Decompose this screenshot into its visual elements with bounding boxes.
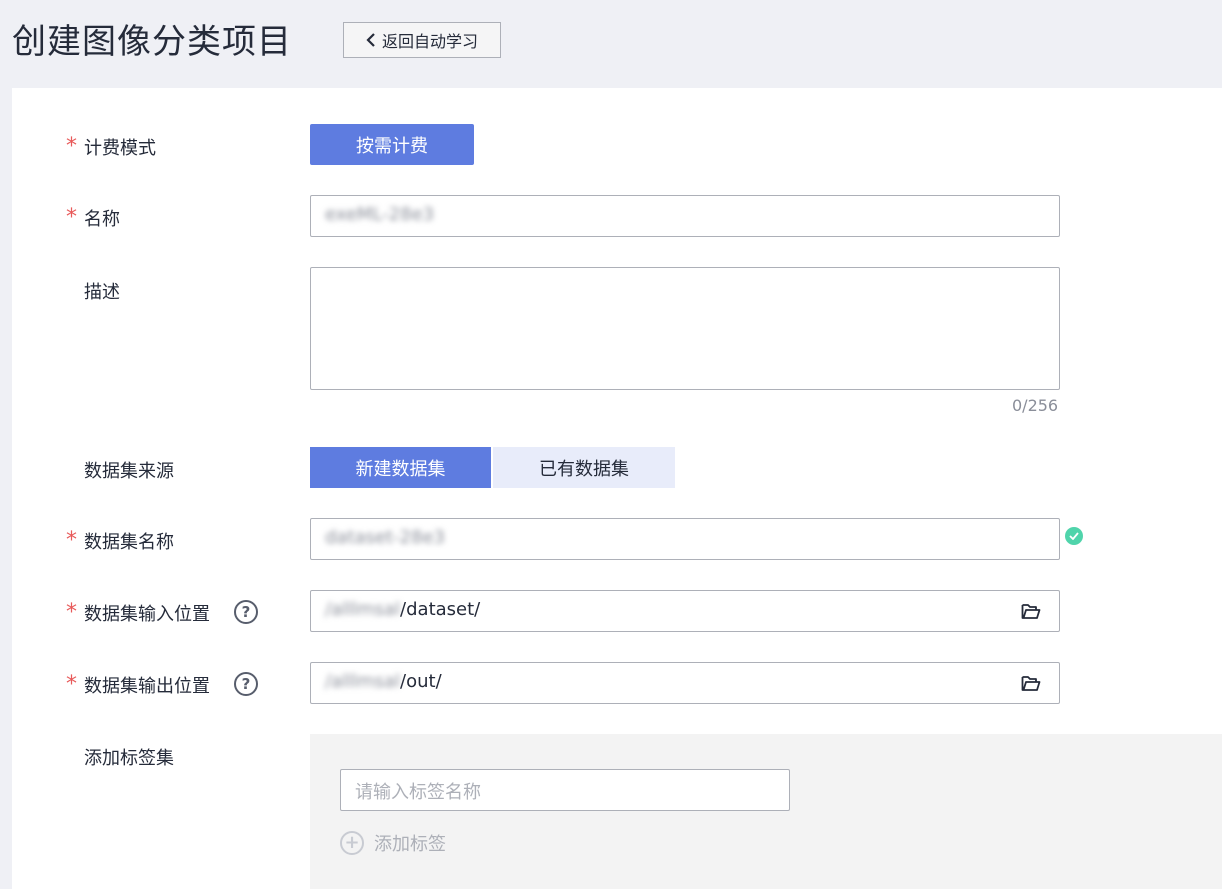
check-circle-icon bbox=[1065, 527, 1083, 545]
label-set-label: 添加标签集 bbox=[84, 748, 174, 769]
dataset-output-label: 数据集输出位置 bbox=[84, 676, 210, 697]
obs-bucket-prefix: /alllmsal bbox=[325, 671, 401, 692]
plus-circle-icon: + bbox=[340, 831, 364, 855]
form-card: * 计费模式 按需计费 * 名称 exeML-28e3 描述 0/256 数据集… bbox=[12, 88, 1222, 889]
description-char-counter: 0/256 bbox=[1012, 396, 1059, 415]
dataset-input-location-input[interactable]: /alllmsal/dataset/ bbox=[310, 590, 1060, 632]
dataset-input-label: 数据集输入位置 bbox=[84, 604, 210, 625]
required-mark: * bbox=[66, 600, 77, 625]
page-header: 创建图像分类项目 返回自动学习 bbox=[0, 0, 1222, 88]
label-set-panel: 请输入标签名称 + 添加标签 bbox=[310, 734, 1222, 889]
required-mark: * bbox=[66, 134, 77, 159]
help-icon[interactable]: ? bbox=[234, 600, 258, 624]
folder-open-icon[interactable] bbox=[1021, 674, 1041, 692]
help-icon[interactable]: ? bbox=[234, 672, 258, 696]
existing-dataset-tab[interactable]: 已有数据集 bbox=[493, 447, 675, 488]
dataset-name-label: 数据集名称 bbox=[84, 532, 174, 553]
obs-bucket-prefix: /alllmsal bbox=[325, 599, 401, 620]
name-input-value: exeML-28e3 bbox=[325, 204, 435, 225]
add-label-text: 添加标签 bbox=[374, 834, 446, 855]
name-input[interactable]: exeML-28e3 bbox=[310, 195, 1060, 237]
label-name-placeholder: 请输入标签名称 bbox=[355, 782, 481, 803]
folder-open-icon[interactable] bbox=[1021, 602, 1041, 620]
billing-on-demand-button[interactable]: 按需计费 bbox=[310, 124, 474, 165]
label-name-input[interactable]: 请输入标签名称 bbox=[340, 769, 790, 811]
dataset-name-input[interactable]: dataset-28e3 bbox=[310, 518, 1060, 560]
dataset-output-location-input[interactable]: /alllmsal/out/ bbox=[310, 662, 1060, 704]
required-mark: * bbox=[66, 672, 77, 697]
dataset-source-label: 数据集来源 bbox=[84, 461, 174, 482]
new-dataset-tab[interactable]: 新建数据集 bbox=[310, 447, 491, 488]
dataset-input-path: /dataset/ bbox=[400, 599, 481, 620]
description-textarea[interactable] bbox=[310, 267, 1060, 390]
dataset-output-path: /out/ bbox=[400, 671, 442, 692]
required-mark: * bbox=[66, 205, 77, 230]
chevron-left-icon bbox=[366, 33, 375, 47]
back-button-label: 返回自动学习 bbox=[381, 32, 478, 51]
add-label-button[interactable]: + 添加标签 bbox=[340, 830, 446, 856]
name-label: 名称 bbox=[84, 209, 120, 230]
description-label: 描述 bbox=[84, 282, 120, 303]
back-to-automl-button[interactable]: 返回自动学习 bbox=[343, 22, 501, 58]
dataset-name-input-value: dataset-28e3 bbox=[325, 527, 445, 548]
required-mark: * bbox=[66, 528, 77, 553]
page-title: 创建图像分类项目 bbox=[12, 22, 292, 62]
billing-mode-label: 计费模式 bbox=[84, 138, 156, 159]
